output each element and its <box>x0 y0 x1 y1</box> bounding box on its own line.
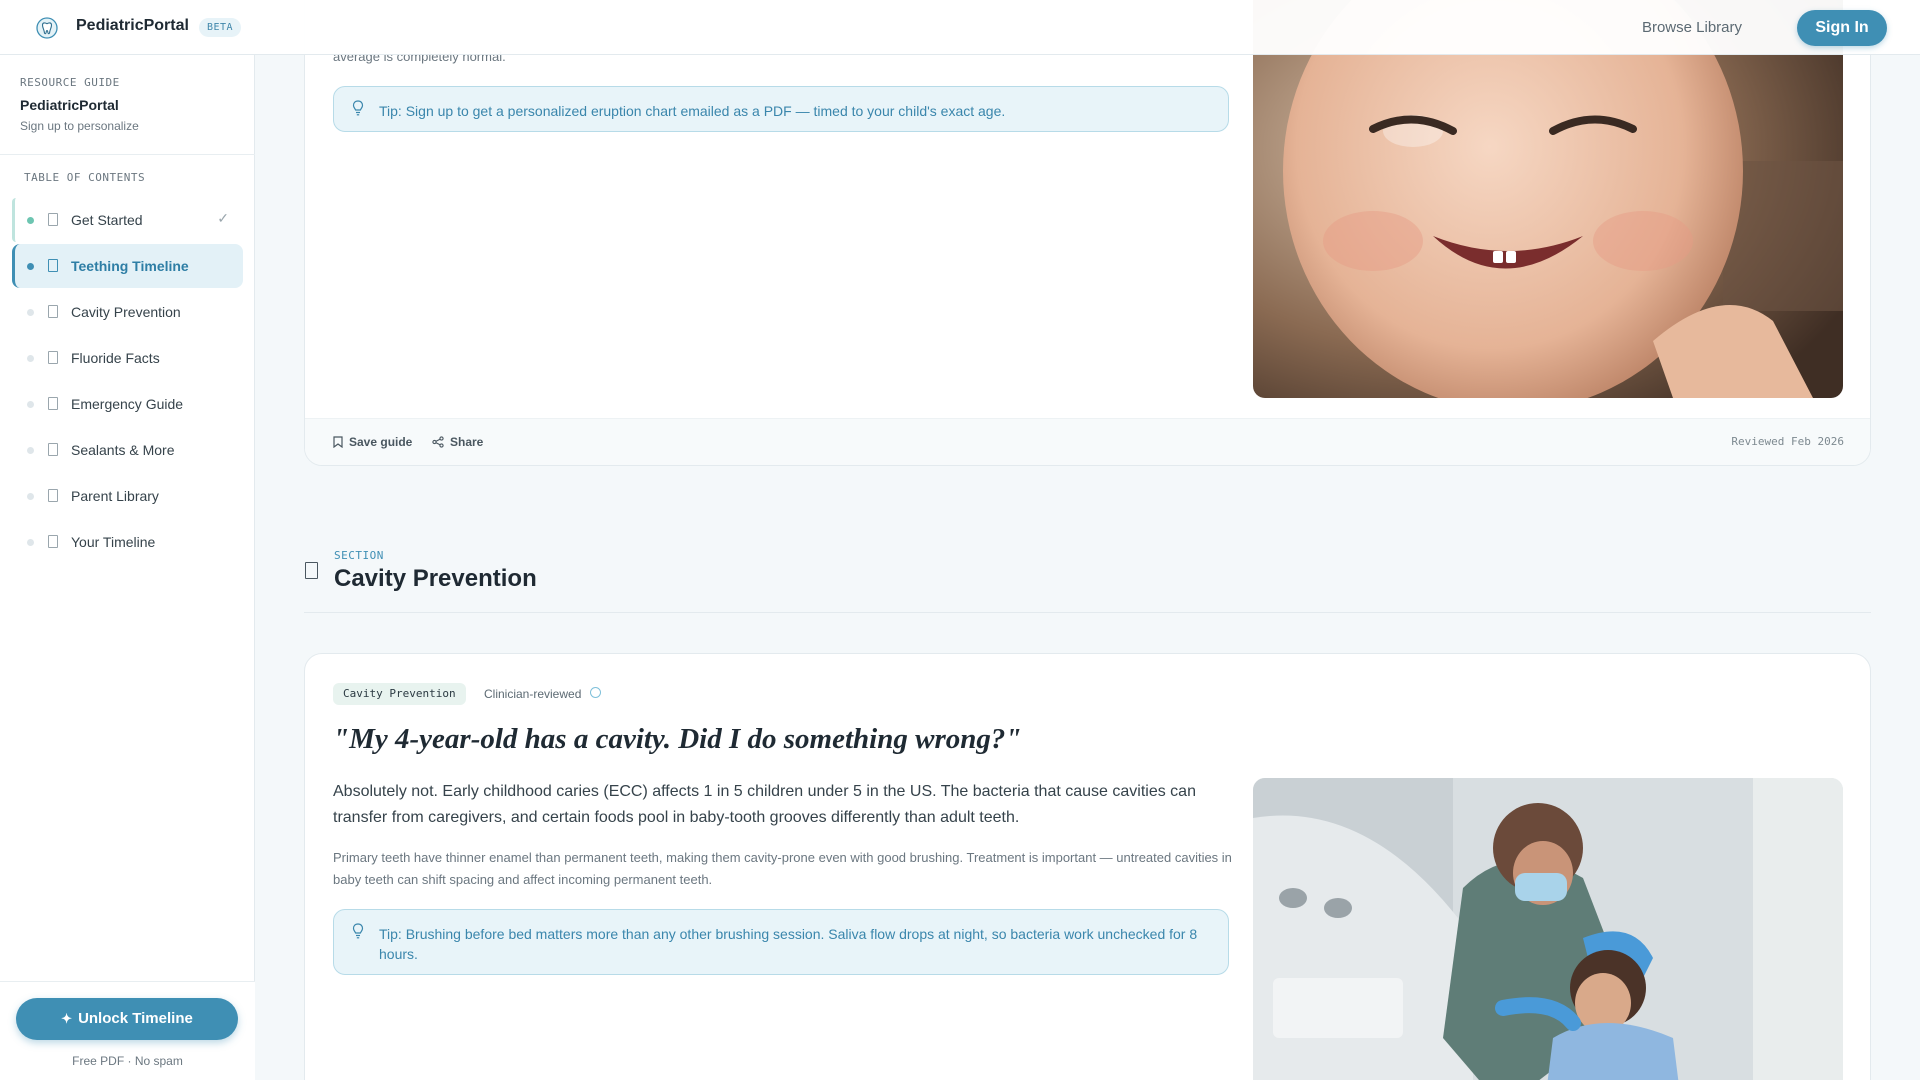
verified-icon <box>590 687 601 698</box>
resource-guide-title: PediatricPortal <box>20 97 119 113</box>
bookmark-icon <box>48 305 58 318</box>
section-title: Cavity Prevention <box>334 565 537 592</box>
teething-timeline-card: average is completely normal. Tip: Sign … <box>304 0 1871 466</box>
toc-item-label: Sealants & More <box>71 442 175 458</box>
unlock-timeline-button[interactable]: ✦ Unlock Timeline <box>16 998 238 1040</box>
card-body-text: Primary teeth have thinner enamel than p… <box>333 850 1232 887</box>
toc-item-cavity-prevention[interactable]: Cavity Prevention <box>12 290 243 334</box>
section-eyebrow: SECTION <box>334 549 384 562</box>
resource-guide-eyebrow: RESOURCE GUIDE <box>20 76 120 89</box>
progress-dot <box>27 263 34 270</box>
share-label: Share <box>450 435 484 449</box>
check-icon: ✓ <box>217 210 229 226</box>
tip-text: Tip: Sign up to get a personalized erupt… <box>379 103 1006 119</box>
share-button[interactable]: Share <box>432 435 483 449</box>
save-guide-label: Save guide <box>349 435 413 449</box>
sidebar-footer: ✦ Unlock Timeline Free PDF · No spam <box>0 981 255 1080</box>
dentist-examining-child-photo <box>1253 778 1843 1080</box>
toc-item-emergency-guide[interactable]: Emergency Guide <box>12 382 243 426</box>
browse-library-link[interactable]: Browse Library <box>1642 19 1742 36</box>
toc-item-teething-timeline[interactable]: Teething Timeline <box>12 244 243 288</box>
toc-heading: TABLE OF CONTENTS <box>24 171 146 184</box>
progress-dot <box>27 355 34 362</box>
toc-item-label: Cavity Prevention <box>71 304 181 320</box>
sidebar-divider <box>0 154 255 155</box>
toc-item-label: Fluoride Facts <box>71 350 160 366</box>
bookmark-icon <box>48 489 58 502</box>
toc-item-fluoride-facts[interactable]: Fluoride Facts <box>12 336 243 380</box>
toc-item-parent-library[interactable]: Parent Library <box>12 474 243 518</box>
bookmark-icon <box>305 562 318 579</box>
card-lead-text: Absolutely not. Early childhood caries (… <box>333 783 1196 826</box>
progress-dot <box>27 217 34 224</box>
progress-dot <box>27 401 34 408</box>
reviewed-date: Reviewed Feb 2026 <box>1731 435 1844 448</box>
progress-dot <box>27 309 34 316</box>
progress-dot <box>27 539 34 546</box>
tip-box: Tip: Sign up to get a personalized erupt… <box>333 86 1229 132</box>
bookmark-icon <box>48 443 58 456</box>
baby-illustration <box>1253 0 1843 398</box>
progress-dot <box>27 493 34 500</box>
save-guide-button[interactable]: Save guide <box>333 435 412 449</box>
beta-badge: BETA <box>199 18 242 37</box>
topic-tag: Cavity Prevention <box>333 683 466 705</box>
bookmark-icon <box>48 351 58 364</box>
tip-text: Tip: Brushing before bed matters more th… <box>379 926 1198 962</box>
toc-item-label: Get Started <box>71 212 143 228</box>
toc-item-label: Your Timeline <box>71 534 156 550</box>
sign-in-button[interactable]: Sign In <box>1797 10 1887 46</box>
bookmark-icon <box>48 397 58 410</box>
lightbulb-icon <box>352 923 364 939</box>
toc-item-your-timeline[interactable]: Your Timeline <box>12 520 243 564</box>
toc-item-label: Emergency Guide <box>71 396 184 412</box>
sparkle-icon: ✦ <box>61 1011 73 1026</box>
cta-note: Free PDF · No spam <box>72 1054 183 1068</box>
smiling-baby-photo <box>1253 0 1843 398</box>
resource-guide-subtitle: Sign up to personalize <box>20 119 139 133</box>
toc-item-label: Teething Timeline <box>71 258 189 274</box>
clinician-reviewed-label: Clinician-reviewed <box>484 687 582 701</box>
bookmark-icon <box>333 436 343 448</box>
bookmark-icon <box>48 259 58 272</box>
sidebar: RESOURCE GUIDE PediatricPortal Sign up t… <box>0 55 255 1080</box>
toc-item-label: Parent Library <box>71 488 159 504</box>
dentist-illustration <box>1253 778 1843 1080</box>
toc-item-sealants[interactable]: Sealants & More <box>12 428 243 472</box>
brand-name[interactable]: PediatricPortal <box>76 17 189 35</box>
progress-dot <box>27 447 34 454</box>
share-icon <box>432 436 444 448</box>
bookmark-icon <box>48 535 58 548</box>
lightbulb-icon <box>352 100 364 116</box>
tip-box: Tip: Brushing before bed matters more th… <box>333 909 1229 975</box>
section-divider <box>304 612 1871 613</box>
cavity-prevention-card: Cavity Prevention Clinician-reviewed "My… <box>304 653 1871 1080</box>
top-header: PediatricPortal BETA Browse Library Sign… <box>0 0 1920 55</box>
card-footer: Save guide Share Reviewed Feb 2026 <box>305 418 1870 465</box>
tooth-logo-icon <box>36 17 58 39</box>
bookmark-icon <box>48 213 58 226</box>
card-question: "My 4-year-old has a cavity. Did I do so… <box>333 723 1022 755</box>
unlock-timeline-label: Unlock Timeline <box>78 1010 193 1027</box>
toc-item-get-started[interactable]: Get Started ✓ <box>12 198 243 242</box>
